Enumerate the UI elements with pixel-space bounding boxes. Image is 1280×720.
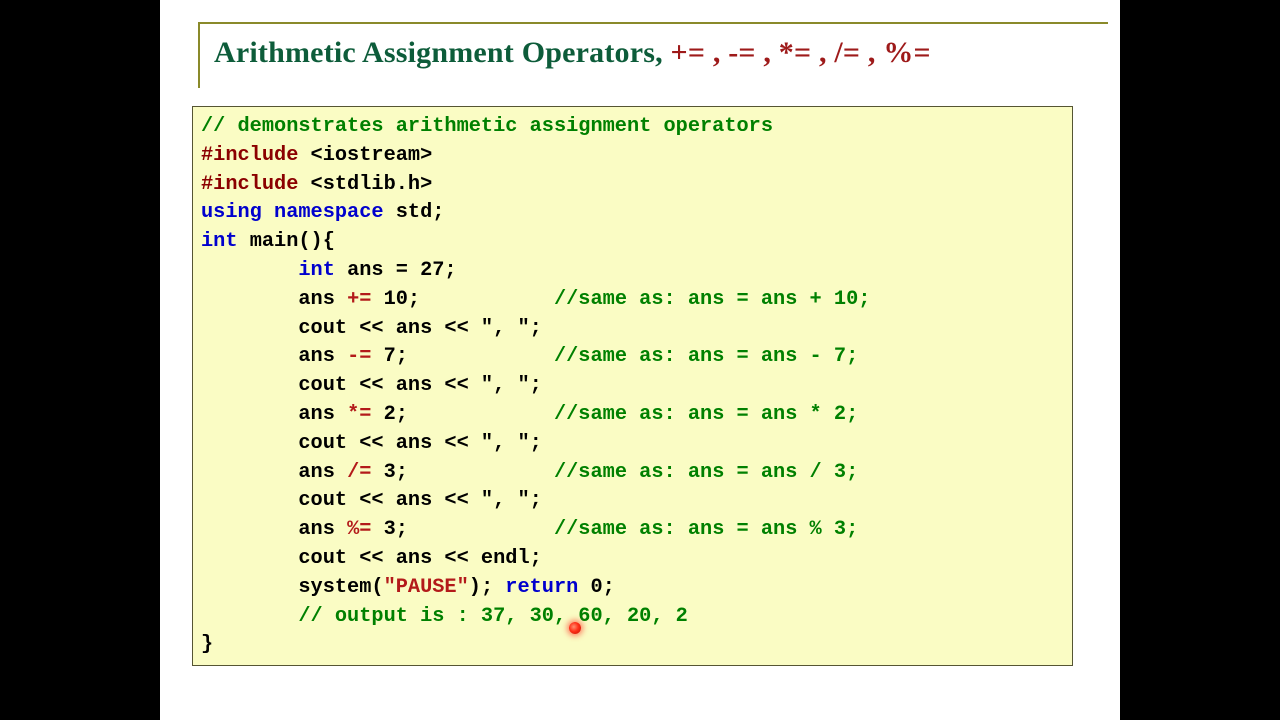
code-line-1: // demonstrates arithmetic assignment op… — [201, 115, 773, 138]
code-l12: cout << ans << ", "; — [298, 432, 541, 455]
code-return-kw: return — [505, 576, 590, 599]
code-include-1b: <iostream> — [311, 144, 433, 167]
code-block: // demonstrates arithmetic assignment op… — [192, 106, 1073, 666]
code-l13-b: 3; — [371, 461, 554, 484]
title-operators: += , -= , *= , /= , %= — [671, 36, 931, 69]
code-l13-a: ans — [298, 461, 347, 484]
code-l17-b: ); — [469, 576, 506, 599]
code-l07-a: ans — [298, 288, 347, 311]
code-include-1a: #include — [201, 144, 311, 167]
slide-title: Arithmetic Assignment Operators, += , -=… — [214, 36, 1102, 70]
code-l11-a: ans — [298, 403, 347, 426]
code-l09-cmt: //same as: ans = ans - 7; — [554, 345, 858, 368]
code-l16: cout << ans << endl; — [298, 547, 541, 570]
code-std: std; — [396, 201, 445, 224]
code-main: main(){ — [250, 230, 335, 253]
code-l15-b: 3; — [371, 518, 554, 541]
code-namespace-kw: namespace — [274, 201, 396, 224]
code-l14: cout << ans << ", "; — [298, 489, 541, 512]
code-l11-b: 2; — [371, 403, 554, 426]
op-mod-eq: %= — [347, 518, 371, 541]
code-l15-a: ans — [298, 518, 347, 541]
code-l11-cmt: //same as: ans = ans * 2; — [554, 403, 858, 426]
slide: Arithmetic Assignment Operators, += , -=… — [160, 0, 1120, 720]
code-using-kw: using — [201, 201, 274, 224]
op-div-eq: /= — [347, 461, 371, 484]
code-l09-b: 7; — [371, 345, 554, 368]
title-box: Arithmetic Assignment Operators, += , -=… — [198, 22, 1108, 88]
title-main: Arithmetic Assignment Operators, — [214, 36, 671, 69]
code-l10: cout << ans << ", "; — [298, 374, 541, 397]
op-plus-eq: += — [347, 288, 371, 311]
code-l15-cmt: //same as: ans = ans % 3; — [554, 518, 858, 541]
code-l08: cout << ans << ", "; — [298, 317, 541, 340]
op-minus-eq: -= — [347, 345, 371, 368]
code-l07-b: 10; — [371, 288, 554, 311]
code-l17-c: 0; — [591, 576, 615, 599]
code-include-2b: <stdlib.h> — [311, 173, 433, 196]
code-close-brace: } — [201, 633, 213, 656]
code-decl: ans = 27; — [347, 259, 457, 282]
code-include-2a: #include — [201, 173, 311, 196]
code-l17-a: system( — [298, 576, 383, 599]
code-l07-cmt: //same as: ans = ans + 10; — [554, 288, 870, 311]
op-times-eq: *= — [347, 403, 371, 426]
code-output-comment: // output is : 37, 30, 60, 20, 2 — [298, 605, 687, 628]
code-l09-a: ans — [298, 345, 347, 368]
code-int-kw: int — [201, 230, 250, 253]
laser-pointer-icon — [569, 622, 581, 634]
code-l13-cmt: //same as: ans = ans / 3; — [554, 461, 858, 484]
code-int-kw-2: int — [298, 259, 347, 282]
code-l17-str: "PAUSE" — [384, 576, 469, 599]
